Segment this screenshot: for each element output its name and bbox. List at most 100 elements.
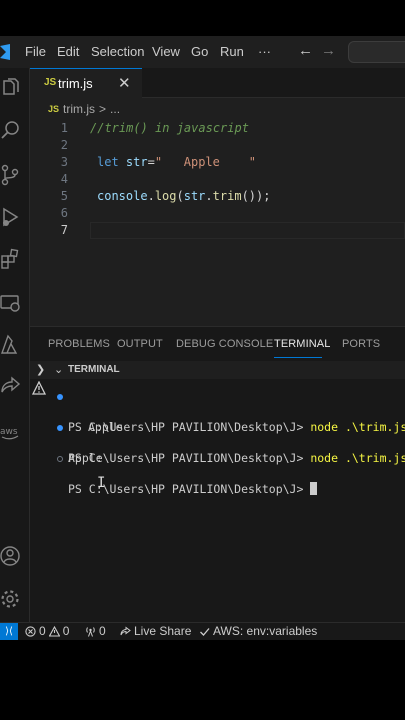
menu-go[interactable]: Go — [191, 44, 208, 59]
active-tab-indicator — [274, 357, 322, 358]
chevron-right-icon[interactable]: ❯ — [36, 363, 45, 376]
aws-icon[interactable]: aws — [0, 420, 22, 444]
command-success-dot-icon[interactable] — [57, 425, 63, 431]
problems-status[interactable]: 0 0 — [25, 624, 69, 638]
operator-token: . — [205, 189, 213, 203]
menu-file[interactable]: File — [25, 44, 46, 59]
tab-ports[interactable]: PORTS — [342, 338, 380, 350]
close-icon[interactable]: ✕ — [118, 74, 131, 92]
javascript-file-icon: JS — [48, 104, 60, 114]
azure-icon[interactable] — [0, 333, 22, 357]
terminal-line: PS C:\Users\HP PAVILION\Desktop\J> — [30, 451, 405, 496]
menu-view[interactable]: View — [152, 44, 180, 59]
ports-status[interactable]: 0 — [85, 624, 106, 638]
code-line: 2 — [30, 137, 405, 154]
extensions-icon[interactable] — [0, 248, 22, 272]
search-icon[interactable] — [0, 119, 22, 143]
vscode-logo-icon — [0, 44, 10, 60]
menu-selection[interactable]: Selection — [91, 44, 144, 59]
live-share-status[interactable]: Live Share — [120, 624, 191, 638]
operator-token: = — [147, 155, 155, 169]
menu-more[interactable]: ··· — [258, 44, 271, 59]
command-success-dot-icon[interactable] — [57, 394, 63, 400]
live-share-label: Live Share — [134, 624, 192, 638]
function-token: trim — [212, 189, 242, 203]
line-number: 6 — [60, 206, 68, 220]
back-arrow-icon[interactable]: ← — [298, 42, 313, 59]
line-number: 5 — [60, 189, 68, 203]
code-line: 3 let str=" Apple " — [30, 154, 405, 171]
operator-token: ( — [176, 189, 184, 203]
function-token: log — [154, 189, 177, 203]
text-cursor-ibeam: I — [97, 475, 106, 491]
breadcrumb-symbol[interactable]: ... — [110, 102, 120, 116]
explorer-icon[interactable] — [0, 76, 22, 100]
aws-label: AWS: env:variables — [213, 624, 318, 638]
settings-gear-icon[interactable] — [0, 587, 22, 611]
terminal-section-header[interactable]: ❯ ⌄ TERMINAL — [30, 361, 405, 379]
tab-label: trim.js — [58, 76, 93, 91]
tab-trim-js[interactable]: JS trim.js ✕ — [30, 68, 142, 99]
code-line: 6 — [30, 205, 405, 222]
code-line: 4 — [30, 171, 405, 188]
warning-count: 0 — [62, 624, 70, 638]
command-center-search[interactable] — [348, 41, 405, 63]
terminal-line: PS C:\Users\HP PAVILION\Desktop\J> node … — [30, 389, 405, 434]
terminal-line: PS C:\Users\HP PAVILION\Desktop\J> node … — [30, 420, 405, 465]
terminal-line: Apple — [30, 436, 405, 465]
error-count: 0 — [39, 624, 46, 638]
aws-status[interactable]: AWS: env:variables — [199, 624, 317, 638]
line-number: 4 — [60, 172, 68, 186]
live-share-icon[interactable] — [0, 376, 22, 400]
active-line-highlight — [90, 222, 405, 239]
remote-icon[interactable]: ⟩⟨ — [0, 623, 18, 640]
tab-problems[interactable]: PROBLEMS — [48, 338, 110, 350]
keyword-token: let — [97, 155, 119, 169]
comment-token: //trim() in javascript — [90, 121, 249, 135]
line-number: 3 — [60, 155, 68, 169]
terminal-line: Apple — [30, 405, 405, 434]
source-control-icon[interactable] — [0, 163, 22, 187]
string-token: " Apple " — [154, 155, 256, 169]
account-icon[interactable] — [0, 544, 22, 568]
operator-token: ()); — [241, 189, 271, 203]
live-share-icon — [120, 626, 131, 635]
ports-count: 0 — [99, 624, 106, 638]
javascript-file-icon: JS — [44, 77, 57, 88]
variable-token: str — [125, 155, 148, 169]
forward-arrow-icon[interactable]: → — [321, 42, 336, 59]
code-line: 1 //trim() in javascript — [30, 120, 405, 137]
terminal-output[interactable]: PS C:\Users\HP PAVILION\Desktop\J> node … — [30, 389, 405, 496]
code-editor[interactable]: 1 //trim() in javascript 2 3 let str=" A… — [30, 120, 405, 239]
editor-tabs: JS trim.js ✕ — [30, 68, 405, 99]
tab-output[interactable]: OUTPUT — [117, 338, 163, 350]
code-line-active: 7 — [30, 222, 405, 239]
warning-icon — [48, 625, 60, 637]
check-icon — [200, 627, 210, 636]
menu-run[interactable]: Run — [220, 44, 244, 59]
menu-bar: File Edit Selection View Go Run ··· ← → — [0, 36, 405, 68]
bottom-panel: PROBLEMS OUTPUT DEBUG CONSOLE TERMINAL P… — [30, 326, 405, 622]
code-line: 5 console.log(str.trim()); — [30, 188, 405, 205]
object-token: console — [97, 189, 148, 203]
error-icon — [25, 625, 36, 637]
line-number: 1 — [60, 121, 68, 135]
radio-tower-icon — [86, 626, 95, 637]
remote-explorer-icon[interactable] — [0, 291, 22, 315]
tab-terminal[interactable]: TERMINAL — [274, 338, 330, 350]
status-bar: ⟩⟨ 0 0 0 Live Share AWS: env:variables — [0, 622, 405, 640]
line-number: 7 — [60, 223, 68, 237]
line-number: 2 — [60, 138, 68, 152]
operator-token: . — [147, 189, 155, 203]
tab-debug-console[interactable]: DEBUG CONSOLE — [176, 338, 273, 350]
command-pending-dot-icon — [57, 456, 63, 462]
chevron-down-icon[interactable]: ⌄ — [54, 363, 63, 376]
menu-edit[interactable]: Edit — [57, 44, 79, 59]
breadcrumb-file[interactable]: trim.js — [63, 102, 95, 116]
svg-text:aws: aws — [0, 427, 18, 437]
variable-token: str — [183, 189, 206, 203]
vscode-window: File Edit Selection View Go Run ··· ← → — [0, 36, 405, 640]
terminal-cursor — [310, 482, 318, 495]
run-debug-icon[interactable] — [0, 205, 22, 229]
terminal-section-title: TERMINAL — [68, 364, 120, 375]
